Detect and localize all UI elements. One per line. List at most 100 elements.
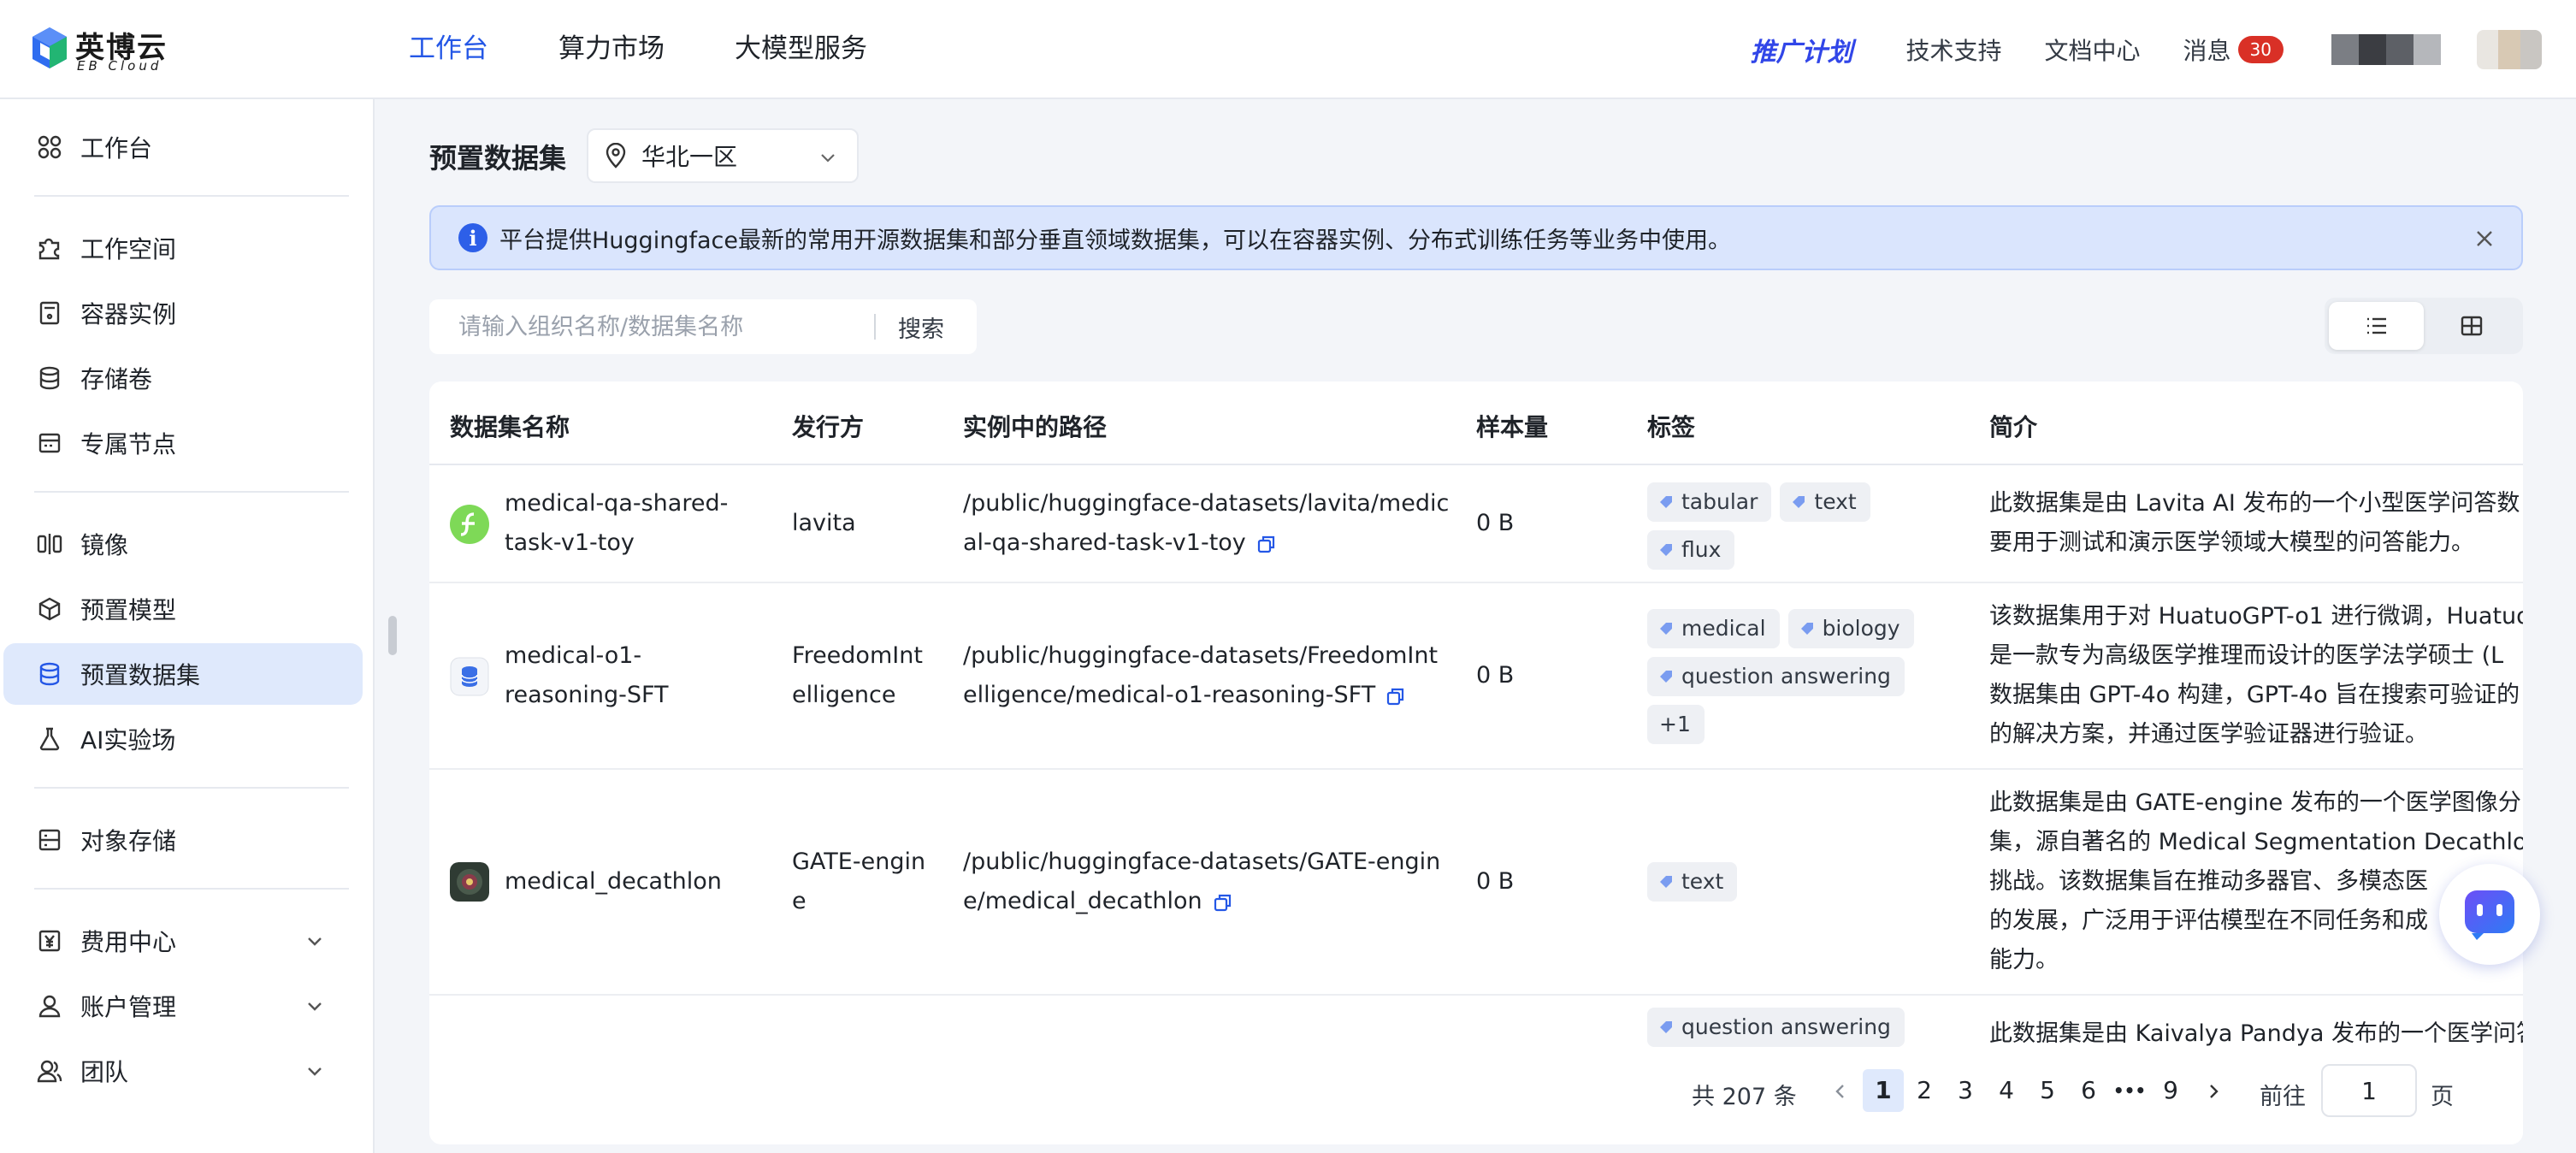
top-nav-workbench[interactable]: 工作台: [409, 0, 488, 99]
chevron-down-icon: [308, 1067, 322, 1076]
dataset-name-link[interactable]: medical_decathlon: [505, 862, 761, 902]
tag: question answering: [1647, 657, 1905, 696]
publisher: GATE-engine: [792, 848, 926, 914]
sidebar-item-workbench[interactable]: 工作台: [0, 116, 363, 178]
instance-path: /public/huggingface-datasets/FreedomInte…: [963, 636, 1450, 715]
sidebar-item-container-instance[interactable]: 容器实例: [0, 282, 363, 344]
col-publisher: 发行方: [792, 413, 865, 441]
more-tags-badge[interactable]: +1: [1647, 705, 1705, 744]
search-button[interactable]: 搜索: [876, 310, 944, 344]
page-4[interactable]: 4: [1986, 1069, 2027, 1112]
view-toggle: [2325, 298, 2523, 354]
docs-center-link[interactable]: 文档中心: [2045, 33, 2141, 67]
sidebar-item-workspace[interactable]: 工作空间: [0, 217, 363, 279]
description: 该数据集用于对 HuatuoGPT-o1 进行微调，Huatuo 是一款专为高级医…: [1989, 603, 2523, 748]
cube-icon: [34, 594, 65, 624]
grid-view-icon: [2461, 316, 2482, 336]
alert-text: 平台提供Huggingface最新的常用开源数据集和部分垂直领域数据集，可以在容…: [499, 227, 1731, 254]
sidebar-item-label: 镜像: [80, 531, 129, 559]
sidebar-item-label: 预置模型: [80, 596, 177, 624]
sidebar-item-dedicated-node[interactable]: 专属节点: [0, 412, 363, 474]
sidebar-item-preset-model[interactable]: 预置模型: [0, 578, 363, 640]
tag: question answering: [1647, 1008, 1905, 1047]
brand-logo[interactable]: 英博云 EB Cloud: [31, 22, 168, 74]
dataset-table: 数据集名称 发行方 实例中的路径 样本量 标签 简介 medical-qa-sh…: [429, 381, 2523, 1144]
search-bar: 搜索: [429, 299, 977, 354]
message-count-badge: 30: [2237, 36, 2284, 63]
sidebar-item-label: 容器实例: [80, 300, 177, 328]
top-header: 英博云 EB Cloud 工作台 算力市场 大模型服务 推广计划 技术支持 文档…: [0, 0, 2576, 99]
page-1[interactable]: 1: [1863, 1069, 1904, 1112]
col-description: 简介: [1989, 413, 2038, 441]
tag-list: tabular text flux: [1647, 482, 1938, 578]
sidebar-item-label: 专属节点: [80, 430, 177, 458]
sidebar-item-billing-center[interactable]: 费用中心: [0, 910, 363, 972]
path-text: /public/huggingface-datasets/GATE-engine…: [963, 848, 1441, 914]
tag-list: medical biology question answering +1: [1647, 609, 1938, 753]
sidebar-item-ai-lab[interactable]: AI实验场: [0, 708, 363, 770]
sidebar-resize-handle[interactable]: [388, 616, 397, 655]
sidebar-item-mirror[interactable]: 镜像: [0, 513, 363, 575]
list-icon: [2366, 317, 2386, 334]
sidebar-item-preset-dataset[interactable]: 预置数据集: [3, 643, 363, 705]
grid-view-button[interactable]: [2424, 302, 2519, 350]
sidebar-item-account-management[interactable]: 账户管理: [0, 975, 363, 1037]
tag: text: [1647, 862, 1738, 902]
sample-size: 0 B: [1476, 868, 1515, 895]
tag: medical: [1647, 609, 1780, 648]
top-nav-llm-service[interactable]: 大模型服务: [735, 0, 867, 99]
messages-link[interactable]: 消息 30: [2183, 33, 2284, 67]
copy-icon[interactable]: [1213, 892, 1233, 913]
top-nav-compute-market[interactable]: 算力市场: [558, 0, 665, 99]
description: 此数据集是由 Lavita AI 发布的一个小型医学问答数 要用于测试和演示医学领…: [1989, 490, 2520, 556]
region-select[interactable]: 华北一区: [587, 128, 859, 183]
page-6[interactable]: 6: [2068, 1069, 2109, 1112]
ai-assistant-button[interactable]: [2439, 864, 2540, 965]
total-count: 共 207 条: [1692, 1084, 1797, 1110]
search-input[interactable]: [429, 313, 874, 340]
page-unit-label: 页: [2431, 1084, 2454, 1110]
tag: tabular: [1647, 482, 1772, 522]
grid-icon: [34, 132, 65, 163]
user-icon: [34, 990, 65, 1021]
col-dataset-name: 数据集名称: [450, 413, 570, 441]
close-icon[interactable]: [2473, 228, 2496, 250]
tag-icon: [1660, 1021, 1672, 1033]
page-3[interactable]: 3: [1945, 1069, 1986, 1112]
sidebar-item-team[interactable]: 团队: [0, 1040, 363, 1102]
goto-page-input[interactable]: [2321, 1064, 2417, 1117]
brand-name-en: EB Cloud: [77, 58, 162, 74]
username-redacted[interactable]: [2331, 34, 2441, 65]
sidebar-item-storage-volume[interactable]: 存储卷: [0, 347, 363, 409]
prev-page-icon[interactable]: [1830, 1081, 1851, 1102]
list-view-button[interactable]: [2329, 302, 2424, 350]
region-value: 华北一区: [641, 143, 738, 171]
copy-icon[interactable]: [1256, 534, 1277, 554]
copy-icon[interactable]: [1385, 686, 1406, 707]
page-ellipsis[interactable]: •••: [2109, 1069, 2150, 1112]
tag-icon: [1660, 496, 1672, 508]
sidebar-item-label: 预置数据集: [80, 661, 201, 689]
tech-support-link[interactable]: 技术支持: [1906, 33, 2002, 67]
promo-link[interactable]: 推广计划: [1751, 31, 1853, 68]
table-row[interactable]: medical-qa-shared-task-v1-toy lavita /pu…: [429, 465, 2523, 583]
yen-icon: [34, 925, 65, 956]
sidebar-item-label: 工作台: [80, 134, 153, 163]
info-alert: i 平台提供Huggingface最新的常用开源数据集和部分垂直领域数据集，可以…: [429, 205, 2523, 270]
brand-logo-icon: [32, 27, 67, 68]
messages-label: 消息: [2183, 37, 2231, 65]
page-2[interactable]: 2: [1904, 1069, 1945, 1112]
page-9[interactable]: 9: [2150, 1069, 2191, 1112]
sidebar-item-object-storage[interactable]: 对象存储: [0, 809, 363, 871]
sidebar-item-label: AI实验场: [80, 726, 176, 754]
next-page-icon[interactable]: [2203, 1081, 2224, 1102]
page-5[interactable]: 5: [2027, 1069, 2068, 1112]
dataset-name-link[interactable]: medical-qa-shared-task-v1-toy: [505, 484, 761, 563]
user-avatar[interactable]: [2477, 30, 2542, 69]
dataset-name-link[interactable]: medical-o1-reasoning-SFT: [505, 636, 761, 715]
col-sample-size: 样本量: [1476, 413, 1549, 441]
table-row[interactable]: medical-o1-reasoning-SFT FreedomIntellig…: [429, 583, 2523, 770]
table-row[interactable]: medical_decathlon GATE-engine /public/hu…: [429, 770, 2523, 996]
sidebar-item-label: 费用中心: [80, 928, 177, 956]
dataset-avatar-icon: [450, 862, 489, 902]
